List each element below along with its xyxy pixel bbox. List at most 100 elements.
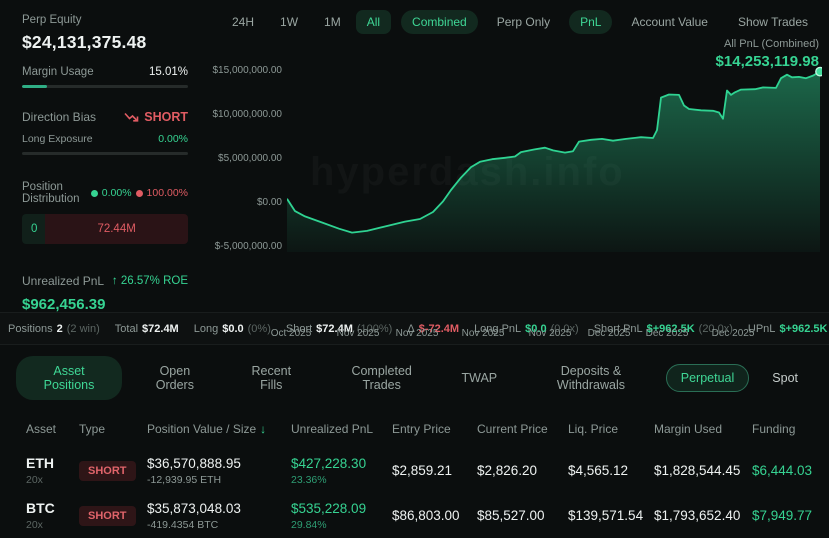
col-liq-price[interactable]: Liq. Price xyxy=(568,422,654,436)
unrealized-pnl-label: Unrealized PnL xyxy=(22,274,104,288)
asset-symbol: ETH xyxy=(26,455,79,471)
funding: $7,949.77 xyxy=(752,508,829,523)
margin-used: $1,793,652.40 xyxy=(654,508,752,523)
chart-area-fill xyxy=(287,72,820,252)
unrealized-pnl: $427,228.30 xyxy=(291,456,392,471)
top-section: Perp Equity $24,131,375.48 Margin Usage … xyxy=(0,0,829,312)
perp-equity-value: $24,131,375.48 xyxy=(22,32,188,53)
unrealized-pnl-roe: ↑ 26.57% ROE xyxy=(112,275,188,287)
tabs-row: Asset Positions Open Orders Recent Fills… xyxy=(0,345,829,410)
x-axis-tick: Nov 2025 xyxy=(529,328,572,339)
tab-deposits-withdrawals[interactable]: Deposits & Withdrawals xyxy=(516,356,666,400)
mode-perp-only-button[interactable]: Perp Only xyxy=(486,10,561,34)
stats-panel: Perp Equity $24,131,375.48 Margin Usage … xyxy=(0,0,215,312)
y-axis-tick: $5,000,000.00 xyxy=(202,153,282,164)
y-axis-tick: $10,000,000.00 xyxy=(202,109,282,120)
time-range-group: 24H 1W 1M All xyxy=(221,10,391,34)
position-value: $36,570,888.95 xyxy=(147,456,291,471)
direction-bias-value: SHORT xyxy=(144,110,188,124)
mode-account-value-button[interactable]: Account Value xyxy=(620,10,719,34)
direction-bias-label: Direction Bias xyxy=(22,110,96,124)
asset-leverage: 20x xyxy=(26,519,79,531)
positions-table: Asset Type Position Value / Size↓ Unreal… xyxy=(0,410,829,538)
current-price: $2,826.20 xyxy=(477,463,568,478)
tab-twap[interactable]: TWAP xyxy=(448,363,510,393)
trending-down-icon xyxy=(124,112,139,122)
table-row[interactable]: ETH 20x SHORT $36,570,888.95 -12,939.95 … xyxy=(26,448,829,493)
tab-recent-fills[interactable]: Recent Fills xyxy=(228,356,315,400)
pnl-chart-area: $15,000,000.00 $10,000,000.00 $5,000,000… xyxy=(215,62,829,272)
range-1w-button[interactable]: 1W xyxy=(269,10,309,34)
unrealized-pnl-pct: 29.84% xyxy=(291,519,392,531)
x-axis-tick: Nov 2025 xyxy=(337,328,380,339)
summary-positions: Positions2(2 win) xyxy=(8,323,100,335)
position-distribution-label: Position Distribution xyxy=(22,181,91,205)
tab-open-orders[interactable]: Open Orders xyxy=(128,356,222,400)
perpetual-toggle[interactable]: Perpetual xyxy=(666,364,750,392)
liq-price: $139,571.54 xyxy=(568,508,654,523)
short-badge: SHORT xyxy=(79,506,136,526)
x-axis-tick: Oct 2025 xyxy=(271,328,312,339)
perp-equity-label: Perp Equity xyxy=(22,14,188,26)
col-funding[interactable]: Funding xyxy=(752,422,829,436)
show-trades-toggle[interactable]: Show Trades xyxy=(727,10,819,34)
x-axis-tick: Dec 2025 xyxy=(646,328,689,339)
chart-end-dot xyxy=(816,67,822,75)
mode-combined-button[interactable]: Combined xyxy=(401,10,478,34)
market-toggle: Perpetual Spot xyxy=(666,364,813,392)
margin-usage-label: Margin Usage xyxy=(22,66,94,78)
margin-usage-bar-fill xyxy=(22,85,47,88)
tab-completed-trades[interactable]: Completed Trades xyxy=(321,356,443,400)
x-axis-tick: Nov 2025 xyxy=(396,328,439,339)
pnl-line-chart[interactable] xyxy=(287,62,822,252)
dist-short-segment: 72.44M xyxy=(45,214,188,244)
all-pnl-label: All PnL (Combined) xyxy=(716,38,819,50)
asset-symbol: BTC xyxy=(26,500,79,516)
margin-usage-bar xyxy=(22,85,188,88)
current-price: $85,527.00 xyxy=(477,508,568,523)
x-axis: Oct 2025 Nov 2025 Nov 2025 Nov 2025 Nov … xyxy=(215,328,829,342)
table-row[interactable]: BTC 20x SHORT $35,873,048.03 -419.4354 B… xyxy=(26,493,829,538)
range-all-button[interactable]: All xyxy=(356,10,391,34)
section-tabs: Asset Positions Open Orders Recent Fills… xyxy=(16,356,666,400)
x-axis-tick: Dec 2025 xyxy=(588,328,631,339)
x-axis-tick: Dec 2025 xyxy=(712,328,755,339)
mode-pnl-button[interactable]: PnL xyxy=(569,10,612,34)
table-header: Asset Type Position Value / Size↓ Unreal… xyxy=(26,416,829,448)
short-badge: SHORT xyxy=(79,461,136,481)
spot-toggle[interactable]: Spot xyxy=(757,364,813,392)
asset-leverage: 20x xyxy=(26,474,79,486)
position-size: -12,939.95 ETH xyxy=(147,474,291,486)
short-dot-icon xyxy=(136,190,143,197)
dist-long-pct: 0.00% xyxy=(102,187,132,199)
unrealized-pnl: $535,228.09 xyxy=(291,501,392,516)
position-size: -419.4354 BTC xyxy=(147,519,291,531)
entry-price: $2,859.21 xyxy=(392,463,477,478)
summary-total: Total$72.4M xyxy=(115,323,179,335)
long-dot-icon xyxy=(91,190,98,197)
col-current-price[interactable]: Current Price xyxy=(477,422,568,436)
x-axis-tick: Nov 2025 xyxy=(462,328,505,339)
y-axis-tick: $0.00 xyxy=(202,197,282,208)
funding: $6,444.03 xyxy=(752,463,829,478)
tab-asset-positions[interactable]: Asset Positions xyxy=(16,356,122,400)
chart-panel: 24H 1W 1M All Combined Perp Only PnL Acc… xyxy=(215,0,829,312)
margin-used: $1,828,544.45 xyxy=(654,463,752,478)
col-unrealized-pnl[interactable]: Unrealized PnL xyxy=(291,422,392,436)
col-type[interactable]: Type xyxy=(79,422,147,436)
range-24h-button[interactable]: 24H xyxy=(221,10,265,34)
long-exposure-value: 0.00% xyxy=(158,133,188,145)
col-margin-used[interactable]: Margin Used xyxy=(654,422,752,436)
dist-short-pct: 100.00% xyxy=(147,187,188,199)
sort-desc-icon: ↓ xyxy=(260,422,266,436)
y-axis-tick: $-5,000,000.00 xyxy=(202,241,282,252)
entry-price: $86,803.00 xyxy=(392,508,477,523)
dist-long-segment: 0 xyxy=(22,214,45,244)
col-position-value[interactable]: Position Value / Size↓ xyxy=(147,422,291,436)
col-entry-price[interactable]: Entry Price xyxy=(392,422,477,436)
liq-price: $4,565.12 xyxy=(568,463,654,478)
y-axis-tick: $15,000,000.00 xyxy=(202,65,282,76)
range-1m-button[interactable]: 1M xyxy=(313,10,352,34)
unrealized-pnl-pct: 23.36% xyxy=(291,474,392,486)
col-asset[interactable]: Asset xyxy=(26,422,79,436)
